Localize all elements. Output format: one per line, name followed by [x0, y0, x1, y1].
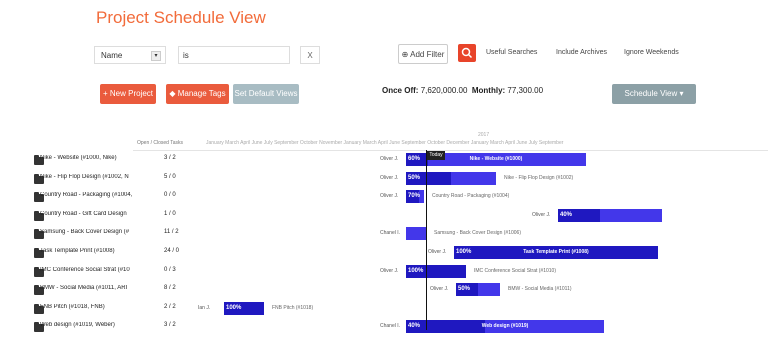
bar-label: IMC Conference Social Strat (#1010) [474, 267, 556, 274]
task-count: 3 / 2 [164, 322, 176, 329]
gantt-bar[interactable]: 50% [406, 171, 496, 185]
filter-field-value: Name [101, 51, 123, 60]
search-button[interactable] [458, 44, 476, 62]
bar-label: Web design (#1019) [481, 323, 529, 330]
project-name[interactable]: Nike - Flip Flop Design (#1002, N [40, 174, 170, 180]
bar-label: Nike - Flip Flop Design (#1002) [504, 174, 574, 181]
bar-owner: Oliver J. [430, 286, 449, 293]
project-name[interactable]: IMC Conference Social Strat (#10 [40, 267, 170, 273]
gantt-bar[interactable] [406, 227, 426, 241]
task-count: 24 / 0 [164, 248, 180, 254]
include-archives-toggle[interactable]: Include Archives [556, 49, 607, 56]
useful-searches-link[interactable]: Useful Searches [486, 49, 537, 56]
gantt-bar[interactable]: 50% [456, 283, 500, 297]
task-count: 1 / 0 [164, 210, 176, 217]
gantt-bar[interactable]: 100% [224, 301, 264, 315]
project-name[interactable]: Samsung - Back Cover Design (# [40, 229, 170, 235]
today-tag: Today [427, 151, 445, 160]
filter-operator-input[interactable]: is [178, 46, 290, 64]
bar-percent: 40% [560, 211, 573, 218]
bar-owner: Oliver J. [428, 249, 447, 255]
project-name[interactable]: Web design (#1019, Weber) [40, 322, 170, 328]
bar-percent: 50% [408, 174, 421, 181]
timeline-header: January March April June July September … [206, 140, 564, 146]
bar-label: FNB Pitch (#1018) [272, 304, 314, 311]
monthly-label: Monthly: [471, 86, 506, 95]
add-filter-button[interactable]: ⊕ Add Filter [398, 44, 448, 64]
bar-owner: Oliver J. [380, 193, 399, 200]
chevron-down-icon: ▾ [679, 89, 684, 98]
bar-owner: Chanel I. [380, 323, 401, 330]
tag-icon: ◆ [169, 89, 178, 98]
year-label: 2017 [478, 132, 490, 138]
project-name[interactable]: Task Template Print (#1008) [40, 248, 170, 254]
add-filter-label: Add Filter [410, 50, 445, 59]
bar-owner: Oliver J. [532, 211, 551, 218]
task-count: 8 / 2 [164, 285, 176, 292]
project-name[interactable]: Country Road - Gift Card Design [40, 211, 170, 217]
manage-tags-label: Manage Tags [177, 89, 226, 98]
bar-percent: 50% [458, 286, 471, 293]
ignore-weekends-toggle[interactable]: Ignore Weekends [624, 49, 679, 56]
set-default-views-button[interactable]: Set Default Views [233, 84, 299, 104]
page-title: Project Schedule View [96, 8, 266, 27]
task-count: 5 / 0 [164, 173, 176, 180]
bar-label: BMW - Social Media (#1011) [508, 286, 572, 293]
bar-label: Samsung - Back Cover Design (#1006) [434, 230, 521, 237]
today-marker [426, 150, 427, 330]
tasks-column-header: Open / Closed Tasks [137, 140, 184, 146]
budget-summary: Once Off: 7,620,000.00 Monthly: 77,300.0… [382, 86, 543, 95]
bar-percent: 100% [226, 304, 242, 311]
clear-filter-button[interactable]: X [300, 46, 320, 64]
project-name[interactable]: FNB Pitch (#1018, FNB) [40, 304, 170, 310]
bar-label: Country Road - Packaging (#1004) [432, 193, 510, 200]
filter-field-select[interactable]: Name ▾ [94, 46, 166, 64]
gantt-bar[interactable]: 100% [406, 264, 466, 278]
project-name[interactable]: Country Road - Packaging (#1004, [40, 192, 170, 198]
gantt-bar[interactable]: 100% Task Template Print (#1008) [454, 246, 658, 259]
project-name[interactable]: Nike - Website (#1000, Nike) [40, 155, 170, 161]
task-count: 3 / 2 [164, 155, 176, 161]
bar-owner: Ian J. [198, 304, 211, 311]
task-count: 0 / 0 [164, 192, 176, 199]
task-count: 11 / 2 [164, 229, 179, 236]
task-count: 0 / 3 [164, 266, 176, 273]
monthly-value: 77,300.00 [507, 86, 544, 95]
gantt-bar[interactable]: 40% [558, 208, 662, 222]
project-row[interactable]: Web design (#1019, Weber) 3 / 2 [34, 319, 184, 341]
schedule-view-label: Schedule View [624, 89, 678, 98]
new-project-label: New Project [109, 89, 154, 98]
gantt-bar[interactable]: 70% [406, 190, 424, 204]
bar-owner: Oliver J. [380, 267, 399, 274]
plus-icon: ⊕ [401, 50, 409, 59]
bar-owner: Oliver J. [380, 156, 399, 162]
once-off-value: 7,620,000.00 [420, 86, 468, 95]
chevron-down-icon: ▾ [151, 51, 161, 61]
bar-percent: 70% [408, 193, 421, 200]
bar-owner: Oliver J. [380, 174, 399, 181]
project-name[interactable]: BMW - Social Media (#1011, ARI [40, 285, 170, 291]
bar-owner: Chanel I. [380, 230, 401, 237]
bar-label: Task Template Print (#1008) [523, 249, 589, 255]
new-project-button[interactable]: + New Project [100, 84, 156, 104]
gantt-bar[interactable]: 40% Web design (#1019) [406, 320, 604, 334]
plus-icon: + [102, 89, 110, 98]
once-off-label: Once Off: [382, 86, 419, 95]
search-icon [461, 47, 473, 59]
bar-percent: 100% [408, 267, 424, 274]
manage-tags-button[interactable]: ◆ Manage Tags [166, 84, 229, 104]
schedule-view-dropdown[interactable]: Schedule View ▾ [612, 84, 696, 104]
task-count: 2 / 2 [164, 303, 176, 310]
